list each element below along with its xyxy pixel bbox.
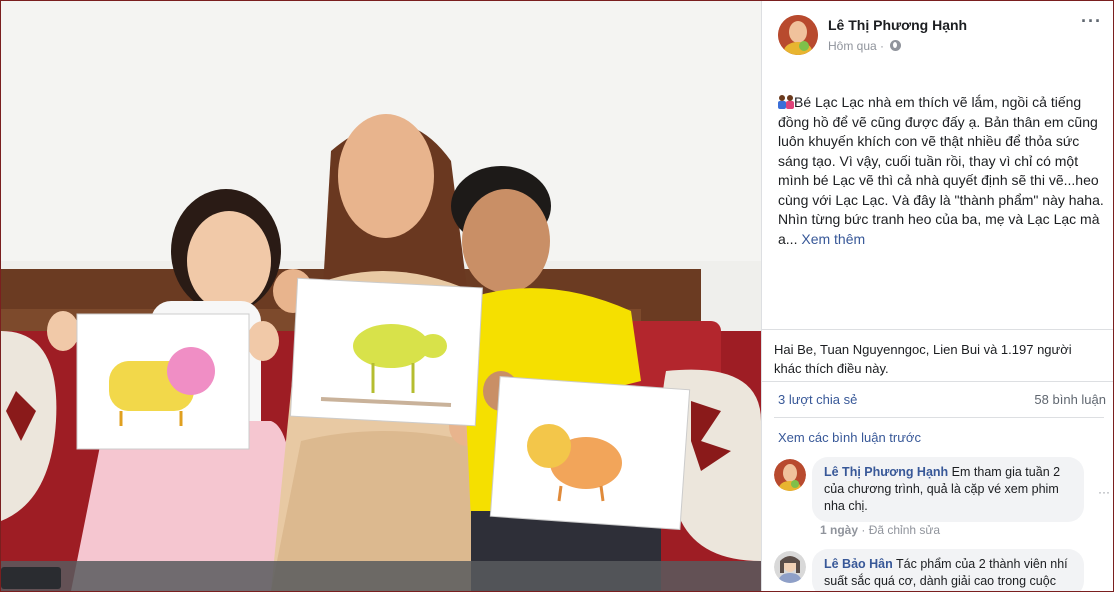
post-time[interactable]: Hôm qua [828,39,877,53]
post-text: Bé Lạc Lạc nhà em thích vẽ lắm, ngồi cả … [778,94,1104,247]
post-body: Bé Lạc Lạc nhà em thích vẽ lắm, ngồi cả … [778,93,1106,249]
family-drawing-photo [1,1,761,591]
share-comment-counts: 3 lượt chia sẻ 58 bình luận [762,381,1113,418]
post-photo[interactable] [1,1,761,591]
kids-icon [778,95,794,109]
likes-summary: Hai Be, Tuan Nguyenngoc, Lien Bui và 1.1… [762,329,1113,378]
post-header: Lê Thị Phương Hạnh Hôm qua · ··· [762,1,1113,63]
commenter-avatar-image [774,551,806,583]
post-sidebar: Lê Thị Phương Hạnh Hôm qua · ··· Bé Lạc … [761,1,1113,591]
comment-edited[interactable]: Đã chỉnh sửa [869,523,940,537]
view-previous-comments-link[interactable]: Xem các bình luận trước [778,430,921,445]
drawing-green-pig [289,277,483,427]
commenter-avatar[interactable] [774,459,806,491]
comment-bubble: Lê Thị Phương Hạnh Em tham gia tuần 2 củ… [812,457,1084,522]
comment-item: Lê Thị Phương Hạnh Em tham gia tuần 2 củ… [774,457,1104,537]
drawing-pink-pig [76,313,250,450]
comment-meta: 1 ngày · Đã chỉnh sửa [820,523,941,537]
comment-author[interactable]: Lê Thị Phương Hạnh [824,465,948,479]
comment-item: Lê Bảo Hân Tác phẩm của 2 thành viên nhí… [774,549,1104,591]
commenter-avatar-image [774,459,806,491]
author-avatar-image [778,15,818,55]
comment-time[interactable]: 1 ngày [820,523,858,537]
comments-count[interactable]: 58 bình luận [1034,392,1106,407]
comment-options-icon[interactable]: ··· [1098,485,1110,499]
commenter-avatar[interactable] [774,551,806,583]
shares-count[interactable]: 3 lượt chia sẻ [778,392,857,407]
globe-icon [890,40,902,51]
more-icon[interactable]: ··· [1081,11,1102,32]
likes-text[interactable]: Hai Be, Tuan Nguyenngoc, Lien Bui và 1.1… [762,330,1113,378]
comment-bubble: Lê Bảo Hân Tác phẩm của 2 thành viên nhí… [812,549,1084,591]
see-more-link[interactable]: Xem thêm [801,231,865,247]
post-viewer: Lê Thị Phương Hạnh Hôm qua · ··· Bé Lạc … [0,0,1114,592]
author-name[interactable]: Lê Thị Phương Hạnh [828,17,967,33]
post-meta: Hôm qua · [828,39,902,53]
divider [774,417,1104,418]
comment-author[interactable]: Lê Bảo Hân [824,557,893,571]
drawing-orange-pig [489,376,691,530]
author-avatar[interactable] [778,15,818,55]
